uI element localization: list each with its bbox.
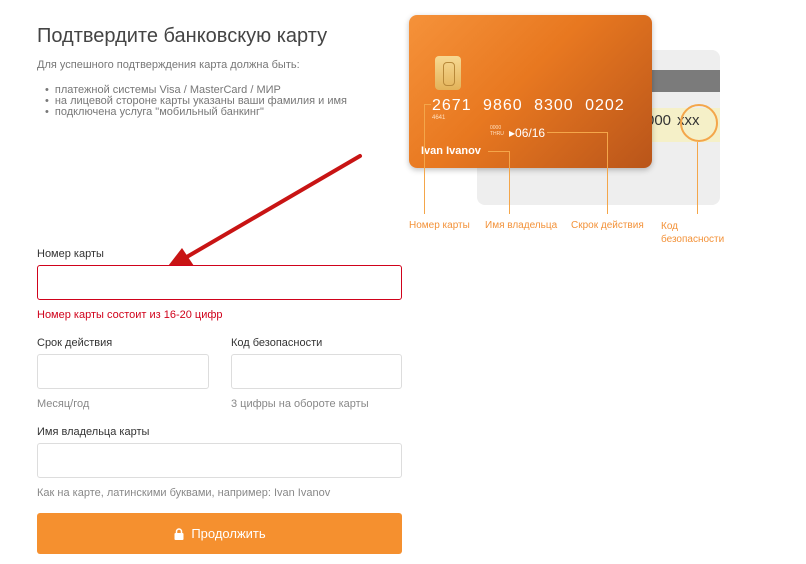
card-number-small: 4641 (432, 115, 446, 121)
continue-button[interactable]: Продолжить (37, 513, 402, 554)
cvc-hint: 3 цифры на обороте карты (231, 398, 369, 410)
expiry-label: Срок действия (37, 337, 113, 349)
cvc-highlight-circle (680, 104, 718, 142)
card-owner-sample: Ivan Ivanov (421, 145, 481, 157)
expiry-input[interactable] (37, 354, 209, 389)
callout-line (509, 151, 510, 214)
callout-line (547, 132, 608, 133)
requirements-list: платежной системы Visa / MasterCard / МИ… (45, 85, 347, 118)
callout-line (697, 142, 698, 214)
chip-icon (435, 56, 461, 90)
cvc-label: Код безопасности (231, 337, 323, 349)
card-number-error: Номер карты состоит из 16-20 цифр (37, 309, 223, 321)
holder-hint: Как на карте, латинскими буквами, наприм… (37, 487, 331, 499)
requirement-item: подключена услуга "мобильный банкинг" (45, 107, 347, 118)
holder-label: Имя владельца карты (37, 426, 150, 438)
card-expiry-sample: ▸06/16 (509, 126, 546, 140)
callout-line (424, 104, 431, 105)
holder-input[interactable] (37, 443, 402, 478)
card-number-sample: 2671 9860 8300 0202 (432, 97, 625, 114)
cvc-input[interactable] (231, 354, 402, 389)
callout-line (424, 104, 425, 214)
callout-line (488, 151, 510, 152)
card-number-label: Номер карты (37, 248, 104, 260)
valid-thru-label: 0000 THRU (490, 125, 504, 137)
card-number-input[interactable] (37, 265, 402, 300)
requirements-intro: Для успешного подтверждения карта должна… (37, 59, 300, 71)
hint-card-number: Номер карты (409, 220, 470, 231)
hint-expiry: Скрок действия (571, 220, 644, 231)
page-title: Подтвердите банковскую карту (37, 25, 328, 48)
hint-owner: Имя владельца (485, 220, 558, 231)
hint-cvc: Код безопасности (661, 221, 725, 245)
callout-line (607, 132, 608, 214)
lock-icon (174, 527, 184, 540)
continue-button-label: Продолжить (191, 526, 266, 541)
expiry-hint: Месяц/год (37, 398, 90, 410)
